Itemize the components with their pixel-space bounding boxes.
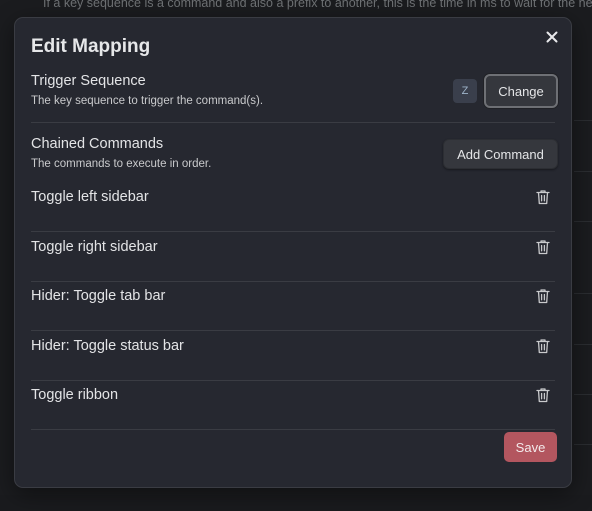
background-footer <box>0 495 592 511</box>
trash-icon[interactable] <box>535 288 551 304</box>
trigger-key-badge: Z <box>453 79 477 103</box>
command-row: Toggle right sidebar <box>31 232 555 282</box>
background-description-text: If a key sequence is a command and also … <box>43 0 592 10</box>
trash-icon[interactable] <box>535 239 551 255</box>
close-icon <box>546 31 558 43</box>
trash-icon[interactable] <box>535 189 551 205</box>
command-row: Hider: Toggle status bar <box>31 331 555 381</box>
trash-icon[interactable] <box>535 338 551 354</box>
section-divider <box>31 122 555 123</box>
background-divider <box>574 444 592 445</box>
command-row: Hider: Toggle tab bar <box>31 281 555 331</box>
row-divider <box>31 429 555 430</box>
close-button[interactable] <box>543 28 561 46</box>
background-divider <box>574 293 592 294</box>
command-label: Hider: Toggle status bar <box>31 338 184 354</box>
modal-title: Edit Mapping <box>31 36 151 57</box>
background-divider <box>574 120 592 121</box>
background-divider <box>574 221 592 222</box>
command-label: Hider: Toggle tab bar <box>31 288 166 304</box>
background-divider <box>574 171 592 172</box>
command-row: Toggle left sidebar <box>31 182 555 232</box>
command-label: Toggle right sidebar <box>31 239 158 255</box>
command-label: Toggle ribbon <box>31 387 119 403</box>
edit-mapping-modal: Edit Mapping Trigger Sequence The key se… <box>14 17 572 488</box>
trash-icon[interactable] <box>535 387 551 403</box>
background-divider <box>574 394 592 395</box>
command-label: Toggle left sidebar <box>31 189 149 205</box>
change-button[interactable]: Change <box>484 74 558 108</box>
save-button[interactable]: Save <box>504 432 557 462</box>
command-row: Toggle ribbon <box>31 380 555 430</box>
add-command-button[interactable]: Add Command <box>443 139 558 169</box>
background-divider <box>574 344 592 345</box>
